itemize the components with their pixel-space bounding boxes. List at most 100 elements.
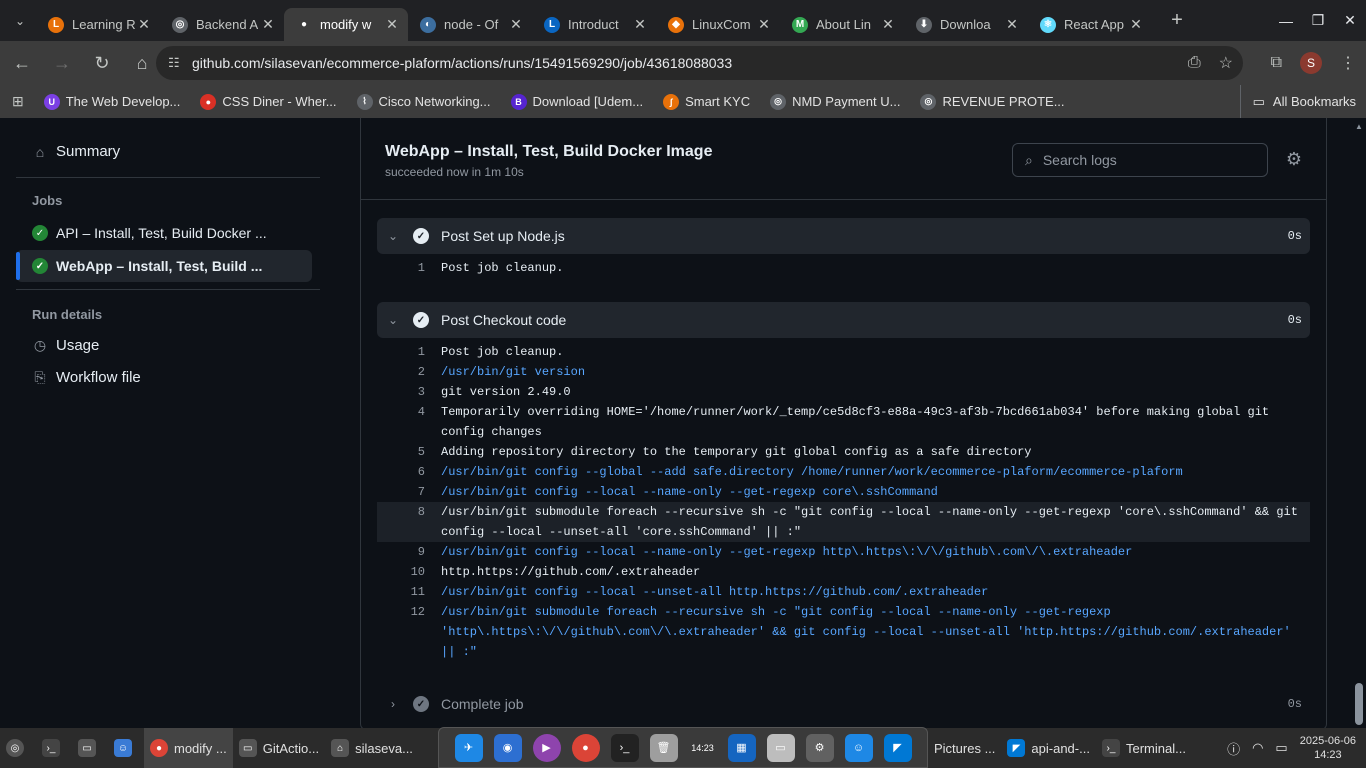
job-item-label: WebApp – Install, Test, Build ... <box>56 258 263 274</box>
browser-tab[interactable]: M About Lin ✕ <box>780 8 904 41</box>
usage-link[interactable]: ◷ Usage <box>32 337 99 354</box>
step-header[interactable]: ⌄ ✓ Post Checkout code 0s <box>377 302 1310 338</box>
all-bookmarks-button[interactable]: ▭ All Bookmarks <box>1239 85 1356 118</box>
step-name: Complete job <box>441 696 524 712</box>
tab-close-icon[interactable]: ✕ <box>880 16 896 33</box>
job-item-webapp[interactable]: ✓ WebApp – Install, Test, Build ... <box>16 250 312 282</box>
workflow-file-link[interactable]: ⎘ Workflow file <box>32 369 140 386</box>
bookmark-item[interactable]: ◎ NMD Payment U... <box>770 93 900 110</box>
bookmark-item[interactable]: ⌇ Cisco Networking... <box>356 93 491 110</box>
address-bar[interactable]: ☷ github.com/silasevan/ecommerce-plaform… <box>156 46 1243 80</box>
extensions-puzzle-icon[interactable]: ⧉ <box>1271 54 1282 72</box>
tab-close-icon[interactable]: ✕ <box>384 16 400 33</box>
browser-tab[interactable]: L Introduct ✕ <box>532 8 656 41</box>
step-header[interactable]: › ✓ Complete job 0s <box>377 686 1310 722</box>
files-icon[interactable]: ☺ <box>108 728 144 768</box>
show-desktop-icon[interactable]: ▭ <box>72 728 108 768</box>
dock-app-icon[interactable]: ◉ <box>493 733 522 762</box>
clock[interactable]: 2025-06-06 14:23 <box>1300 734 1356 762</box>
close-window-icon[interactable]: ✕ <box>1334 0 1366 41</box>
step-header[interactable]: ⌄ ✓ Post Set up Node.js 0s <box>377 218 1310 254</box>
tab-search-chevron-icon[interactable]: ⌄ <box>4 5 36 37</box>
page-scrollbar[interactable]: ▲ <box>1352 118 1366 728</box>
battery-icon[interactable]: ▭ <box>1275 740 1287 756</box>
taskbar-item-folder[interactable]: ▭ GitActio... <box>233 728 325 768</box>
tab-close-icon[interactable]: ✕ <box>1128 16 1144 33</box>
log-line-text: /usr/bin/git version <box>441 365 586 379</box>
finder-icon[interactable]: ☺ <box>844 733 873 762</box>
browser-tab[interactable]: ● modify w ✕ <box>284 8 408 41</box>
job-status: succeeded now in 1m 10s <box>385 165 524 179</box>
url-text[interactable]: github.com/silasevan/ecommerce-plaform/a… <box>192 55 732 71</box>
taskbar-item-vscode[interactable]: ◤ api-and-... <box>1001 728 1096 768</box>
bookmark-label: Download [Udem... <box>532 94 644 109</box>
terminal-icon[interactable]: ›_ <box>610 733 639 762</box>
tab-close-icon[interactable]: ✕ <box>632 16 648 33</box>
taskbar-item-label: api-and-... <box>1031 740 1090 756</box>
summary-link[interactable]: ⌂ Summary <box>32 143 120 160</box>
taskbar-item-terminal[interactable]: ›_ Terminal... <box>1096 728 1192 768</box>
browser-tab[interactable]: L Learning R ✕ <box>36 8 160 41</box>
site-info-icon[interactable]: ☷ <box>168 55 190 71</box>
browser-tab[interactable]: ◎ Backend A ✕ <box>160 8 284 41</box>
profile-avatar[interactable]: S <box>1300 52 1322 74</box>
bookmarks-bar: ⊞ U The Web Develop... ● CSS Diner - Wher..… <box>0 85 1366 118</box>
dock-app-icon[interactable]: ▶ <box>532 733 561 762</box>
system-tray: ⓘ ◠ ▭ 2025-06-06 14:23 <box>1227 728 1356 768</box>
bookmark-item[interactable]: U The Web Develop... <box>43 93 181 110</box>
wifi-icon[interactable]: ◠ <box>1252 740 1263 756</box>
bookmark-item[interactable]: B Download [Udem... <box>510 93 644 110</box>
log-line-number: 10 <box>410 565 425 579</box>
taskbar-item-home[interactable]: ⌂ silaseva... <box>325 728 419 768</box>
forward-arrow-icon[interactable]: → <box>44 45 80 81</box>
reload-icon[interactable]: ↻ <box>84 45 120 81</box>
bookmark-label: Cisco Networking... <box>378 94 491 109</box>
back-arrow-icon[interactable]: ← <box>4 45 40 81</box>
home-icon[interactable]: ⌂ <box>124 45 160 81</box>
battery-app-icon[interactable]: ▭ <box>766 733 795 762</box>
browser-tab[interactable]: ◐ node - Of ✕ <box>408 8 532 41</box>
trash-icon[interactable]: 🗑 <box>649 733 678 762</box>
chrome-icon[interactable]: ● <box>571 733 600 762</box>
browser-tab[interactable]: ◆ LinuxCom ✕ <box>656 8 780 41</box>
tab-close-icon[interactable]: ✕ <box>508 16 524 33</box>
log-line-number: 6 <box>417 465 425 479</box>
install-app-icon[interactable]: ⎙ <box>1188 54 1201 72</box>
taskbar-item-chrome[interactable]: ● modify ... <box>144 728 233 768</box>
maximize-icon[interactable]: ❐ <box>1302 0 1334 41</box>
settings-icon[interactable]: ⚙ <box>805 733 834 762</box>
apps-grid-icon[interactable]: ⊞ <box>12 93 24 110</box>
gear-icon[interactable]: ⚙ <box>1284 149 1304 169</box>
tab-close-icon[interactable]: ✕ <box>136 16 152 33</box>
dock-app-icon[interactable]: ▦ <box>727 733 756 762</box>
dock-app-icon[interactable]: ✈ <box>454 733 483 762</box>
browser-tab[interactable]: ⬇ Downloa ✕ <box>904 8 1028 41</box>
new-tab-button[interactable]: + <box>1162 9 1192 32</box>
chevron-right-icon[interactable]: › <box>377 697 409 711</box>
scrollbar-thumb[interactable] <box>1355 683 1363 725</box>
browser-tab[interactable]: ⚛ React App ✕ <box>1028 8 1152 41</box>
menu-kebab-icon[interactable]: ⋮ <box>1340 53 1356 73</box>
taskbar-item-label: modify ... <box>174 740 227 756</box>
vscode-icon[interactable]: ◤ <box>883 733 912 762</box>
bookmark-item[interactable]: ∫ Smart KYC <box>663 93 750 110</box>
tab-close-icon[interactable]: ✕ <box>756 16 772 33</box>
start-menu-icon[interactable]: ◎ <box>0 728 36 768</box>
chevron-down-icon[interactable]: ⌄ <box>377 313 409 327</box>
bookmark-star-icon[interactable]: ☆ <box>1219 53 1233 73</box>
info-icon[interactable]: ⓘ <box>1227 739 1240 758</box>
taskbar-item-pictures[interactable]: Pictures ... <box>928 728 1001 768</box>
tab-close-icon[interactable]: ✕ <box>260 16 276 33</box>
bookmark-item[interactable]: ● CSS Diner - Wher... <box>200 93 337 110</box>
scroll-up-icon[interactable]: ▲ <box>1355 122 1363 131</box>
bookmark-label: The Web Develop... <box>65 94 181 109</box>
bookmark-item[interactable]: ◎ REVENUE PROTE... <box>920 93 1065 110</box>
terminal-launcher-icon[interactable]: ›_ <box>36 728 72 768</box>
chevron-down-icon[interactable]: ⌄ <box>377 229 409 243</box>
browser-toolbar: ← → ↻ ⌂ ☷ github.com/silasevan/ecommerce… <box>0 41 1366 85</box>
tab-close-icon[interactable]: ✕ <box>1004 16 1020 33</box>
minimize-icon[interactable]: — <box>1270 0 1302 41</box>
job-item-api[interactable]: ✓ API – Install, Test, Build Docker ... <box>16 217 312 249</box>
search-logs-input[interactable]: ⌕ Search logs <box>1012 143 1268 177</box>
log-line: 7/usr/bin/git config --local --name-only… <box>377 482 1310 502</box>
